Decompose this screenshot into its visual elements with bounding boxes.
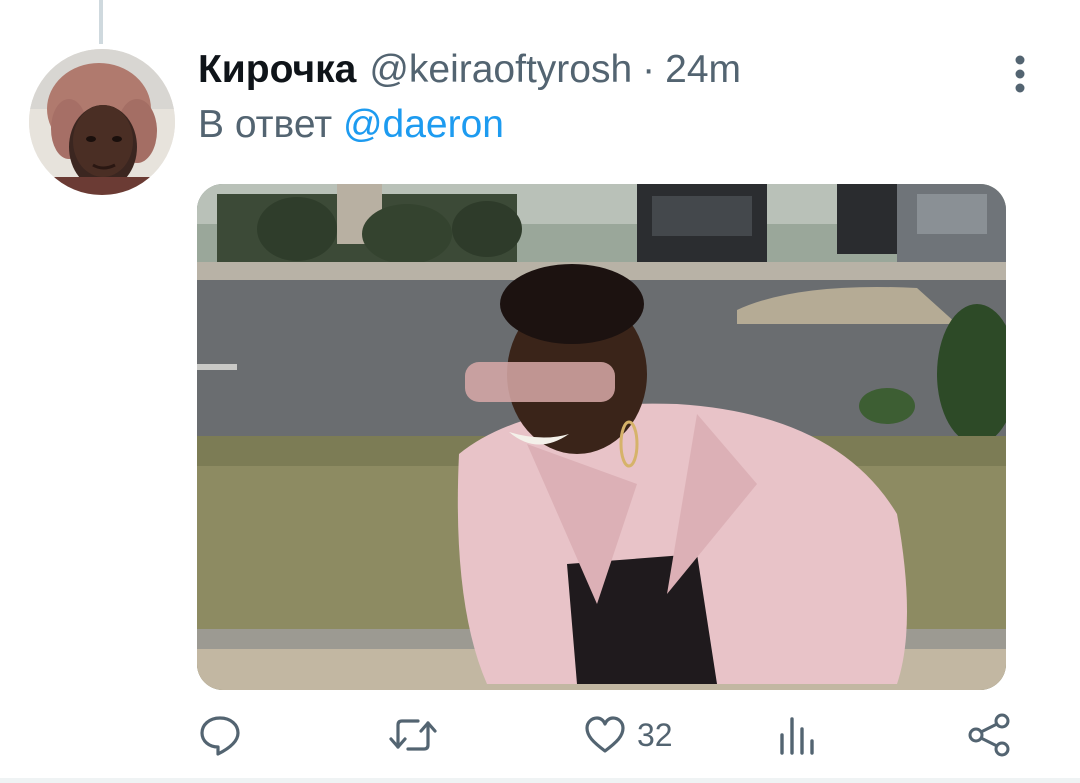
photo-image	[197, 184, 1006, 690]
heart-icon	[585, 716, 625, 753]
avatar-image	[29, 49, 175, 195]
divider	[0, 778, 1080, 783]
tweet[interactable]: Кирочка @keiraoftyrosh · 24m В ответ @da…	[0, 0, 1080, 783]
avatar[interactable]	[29, 49, 175, 195]
tweet-header: Кирочка @keiraoftyrosh · 24m	[198, 48, 741, 100]
share-button[interactable]	[966, 705, 1012, 765]
tweet-time[interactable]: 24m	[665, 48, 741, 92]
tweet-action-bar: 32	[0, 705, 1080, 765]
reply-context: В ответ @daeron	[198, 103, 504, 147]
analytics-button[interactable]	[776, 705, 820, 765]
more-vertical-icon	[1015, 55, 1025, 93]
separator: ·	[642, 48, 656, 91]
analytics-icon	[780, 717, 814, 755]
reply-icon	[200, 716, 240, 756]
share-icon	[968, 713, 1010, 757]
reply-mention-link[interactable]: @daeron	[343, 103, 504, 146]
thread-line	[99, 0, 103, 44]
more-options-button[interactable]	[1000, 52, 1040, 96]
author-display-name[interactable]: Кирочка	[198, 48, 356, 92]
tweet-media-photo[interactable]	[197, 184, 1006, 690]
retweet-button[interactable]	[388, 705, 438, 765]
like-button[interactable]: 32	[583, 705, 673, 765]
reply-button[interactable]	[198, 705, 242, 765]
reply-prefix: В ответ	[198, 103, 333, 146]
like-count: 32	[637, 716, 673, 753]
author-handle[interactable]: @keiraoftyrosh	[369, 48, 632, 92]
retweet-icon	[389, 719, 437, 751]
